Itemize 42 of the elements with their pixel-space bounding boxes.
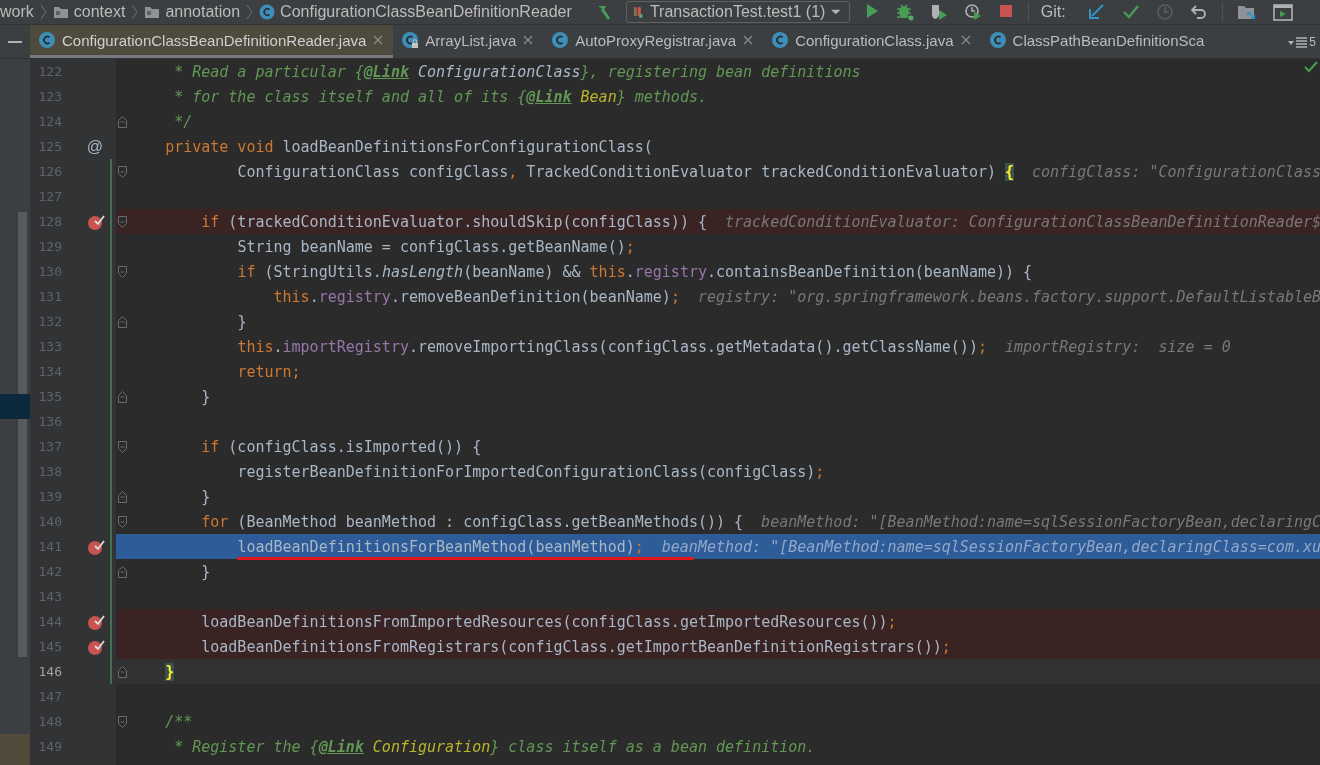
code-line: loadBeanDefinitionsFromImportedResources(configClass.getImportedResources()); [201,612,897,631]
inline-value-hint: trackedConditionEvaluator: ConfigurationClassBeanDefinitionReader$ [725,212,1320,231]
code-line: if (StringUtils.hasLength(beanName) && this.registry.containsBeanDefinition(beanName)) { [237,262,1033,281]
code-line: * for the class itself and all of its {@Link Bean} methods. [174,87,707,106]
inline-value-hint: registry: "org.springframework.beans.factory.support.DefaultListableB [697,287,1320,306]
editor-tab[interactable]: ConfigurationClassBeanDefinitionReader.java [30,25,394,58]
line-number: 146 [37,663,63,681]
code-line: /** [165,712,193,731]
code-line: if (configClass.isImported()) { [201,437,482,456]
code-line: loadBeanDefinitionsForBeanMethod(beanMethod); [237,537,644,556]
code-line: private void loadBeanDefinitionsForConfigurationClass( [165,137,653,156]
code-line: if (trackedConditionEvaluator.shouldSkip(configClass)) { [201,212,707,231]
breadcrumb-item[interactable]: annotation [144,3,241,21]
code-line: registerBeanDefinitionForImportedConfigurationClass(configClass); [237,462,825,481]
code-line: return; [237,362,301,381]
editor-tab[interactable]: AutoProxyRegistrar.java [543,25,764,58]
inline-value-hint: importRegistry: size = 0 [1004,337,1231,356]
code-line: for (BeanMethod beanMethod : configClass.getBeanMethods()) { [201,512,744,531]
breadcrumb-item[interactable]: ConfigurationClassBeanDefinitionReader [259,3,572,21]
code-line: * Register the {@Link Configuration} class itself as a bean definition. [174,737,816,756]
code-line: */ [174,112,193,131]
code-line: } [201,387,211,406]
code-line: } [201,562,211,581]
breadcrumb-item[interactable]: context [52,3,126,21]
tab-overflow-button[interactable]: 5 [1288,25,1320,58]
code-line: } [201,487,211,506]
code-line: } [237,312,247,331]
inline-value-hint: configClass: "ConfigurationClass [1032,162,1320,181]
inline-value-hint: beanMethod: "[BeanMethod:name=sqlSessionFactoryBean,declaringClass=com.xu [661,537,1320,556]
code-line: ConfigurationClass configClass, TrackedConditionEvaluator trackedConditionEvaluator) { [237,162,1015,181]
code-line: loadBeanDefinitionsFromRegistrars(configClass.getImportBeanDefinitionRegistrars()); [201,637,951,656]
code-line: String beanName = configClass.getBeanName(); [237,237,635,256]
code-line: this.registry.removeBeanDefinition(beanName); [273,287,680,306]
code-line: * Read a particular {@Link ConfigurationClass}, registering bean definitions [174,62,861,81]
breadcrumb-item[interactable]: work [0,3,34,21]
gutter-mark[interactable]: @ [86,137,103,156]
editor-tab[interactable]: ArrayList.java [393,25,544,58]
editor-tab[interactable]: ClassPathBeanDefinitionSca [980,25,1214,58]
git-label: Git: [1040,3,1066,21]
editor-tab[interactable]: ConfigurationClass.java [763,25,981,58]
code-line: this.importRegistry.removeImportingClass(configClass.getMetadata().getClassName()); [237,337,987,356]
run-config-dropdown[interactable]: TransactionTest.test1 (1) [625,1,850,23]
